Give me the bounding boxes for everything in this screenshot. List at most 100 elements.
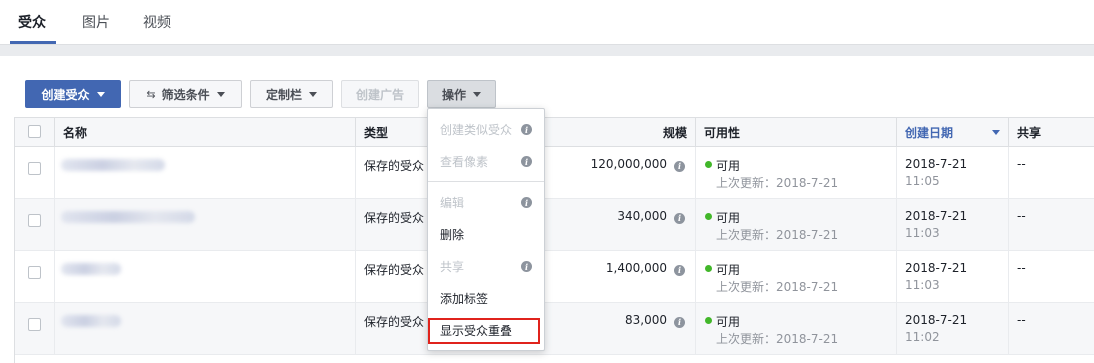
name-cell[interactable] (55, 199, 356, 251)
caret-down-icon (96, 91, 105, 97)
caret-down-icon (309, 91, 317, 97)
customize-columns-button[interactable]: 定制栏 (250, 80, 333, 108)
header-created-date[interactable]: 创建日期 (897, 118, 1009, 147)
menu-item-label: 创建类似受众 (440, 122, 513, 137)
filter-button[interactable]: ⇆ 筛选条件 (129, 80, 242, 108)
menu-item-show-audience-overlap[interactable]: 显示受众重叠 (428, 315, 544, 345)
header-shared-label: 共享 (1017, 126, 1042, 140)
status-text: 可用 (716, 211, 741, 225)
last-updated: 上次更新：2018-7-21 (716, 176, 839, 190)
menu-divider (428, 181, 544, 182)
shared-value: -- (1017, 313, 1026, 327)
info-icon[interactable]: i (674, 314, 685, 328)
audience-type: 保存的受众 (364, 315, 425, 329)
info-icon[interactable]: i (674, 262, 685, 276)
shared-cell: -- (1009, 251, 1094, 303)
tab-images[interactable]: 图片 (82, 12, 110, 32)
status-text: 可用 (716, 315, 741, 329)
created-cell: 2018-7-21 11:03 (897, 199, 1009, 251)
caret-down-icon (216, 91, 225, 97)
sort-descending-icon (992, 130, 1000, 135)
table-row[interactable]: 保存的受众 340,000 i 可用 上次更新：2018-7-21 2018-7… (15, 199, 1094, 251)
availability-cell: 可用 上次更新：2018-7-21 (696, 303, 897, 355)
select-cell (15, 199, 55, 251)
header-availability[interactable]: 可用性 (696, 118, 897, 147)
menu-item-label: 添加标签 (440, 291, 489, 306)
created-cell: 2018-7-21 11:03 (897, 251, 1009, 303)
actions-button[interactable]: 操作 (427, 80, 496, 108)
availability-cell: 可用 上次更新：2018-7-21 (696, 199, 897, 251)
shared-cell: -- (1009, 303, 1094, 355)
header-size[interactable]: 规模 (535, 118, 696, 147)
info-icon[interactable]: i (521, 156, 532, 167)
swap-icon: ⇆ (146, 87, 156, 101)
create-ad-label: 创建广告 (355, 87, 404, 102)
row-checkbox[interactable] (28, 162, 41, 175)
row-checkbox[interactable] (28, 318, 41, 331)
select-all-checkbox[interactable] (28, 125, 41, 138)
name-cell[interactable] (55, 303, 356, 355)
header-type-label: 类型 (364, 126, 389, 140)
redacted-name (61, 263, 121, 275)
shared-cell: -- (1009, 199, 1094, 251)
header-name-label: 名称 (63, 126, 88, 140)
created-time: 11:03 (905, 226, 940, 240)
created-time: 11:05 (905, 174, 940, 188)
info-icon[interactable]: i (521, 124, 532, 135)
redacted-name (61, 211, 195, 223)
status-text: 可用 (716, 263, 741, 277)
redacted-name (61, 159, 165, 171)
header-select-cell (15, 118, 55, 147)
status-ok-icon (705, 265, 712, 272)
tab-audiences[interactable]: 受众 (18, 12, 46, 32)
menu-item-create-lookalike[interactable]: 创建类似受众 i (428, 114, 544, 144)
actions-dropdown-menu: 创建类似受众 i 查看像素 i 编辑 i 删除 共享 i 添加标签 显示受众重叠 (427, 108, 545, 351)
created-date: 2018-7-21 (905, 157, 968, 171)
header-created-label: 创建日期 (905, 126, 954, 140)
create-ad-button[interactable]: 创建广告 (341, 80, 419, 108)
table-row[interactable]: 保存的受众 1,400,000 i 可用 上次更新：2018-7-21 2018… (15, 251, 1094, 303)
last-updated: 上次更新：2018-7-21 (716, 280, 839, 294)
audience-size: 1,400,000 (605, 261, 667, 275)
table-row[interactable]: 保存的受众 83,000 i 可用 上次更新：2018-7-21 2018-7-… (15, 303, 1094, 355)
row-checkbox[interactable] (28, 266, 41, 279)
select-cell (15, 251, 55, 303)
header-name[interactable]: 名称 (55, 118, 356, 147)
section-divider (0, 44, 1094, 56)
select-cell (15, 147, 55, 199)
table-header: 名称 类型 规模 可用性 创建日期 共享 (15, 118, 1094, 147)
menu-item-edit[interactable]: 编辑 i (428, 187, 544, 217)
select-cell (15, 303, 55, 355)
name-cell[interactable] (55, 147, 356, 199)
menu-item-share[interactable]: 共享 i (428, 251, 544, 281)
audience-type: 保存的受众 (364, 263, 425, 277)
tab-bar: 受众 图片 视频 (0, 0, 1094, 44)
menu-item-add-tag[interactable]: 添加标签 (428, 283, 544, 313)
row-checkbox[interactable] (28, 214, 41, 227)
tab-videos[interactable]: 视频 (143, 12, 171, 32)
created-date: 2018-7-21 (905, 261, 968, 275)
info-icon[interactable]: i (674, 158, 685, 172)
header-shared[interactable]: 共享 (1009, 118, 1094, 147)
audience-size: 83,000 (625, 313, 667, 327)
info-icon[interactable]: i (674, 210, 685, 224)
header-availability-label: 可用性 (704, 126, 741, 140)
audience-manager: 受众 图片 视频 创建受众 ⇆ 筛选条件 定制栏 创建广告 操作 名称 类型 规… (0, 0, 1094, 363)
info-icon[interactable]: i (521, 261, 532, 272)
audience-type: 保存的受众 (364, 211, 425, 225)
audience-table: 名称 类型 规模 可用性 创建日期 共享 保存的受众 120,000,000 i (14, 117, 1094, 363)
menu-item-view-pixel[interactable]: 查看像素 i (428, 146, 544, 176)
last-updated: 上次更新：2018-7-21 (716, 228, 839, 242)
info-icon[interactable]: i (521, 197, 532, 208)
actions-label: 操作 (441, 87, 466, 102)
shared-value: -- (1017, 157, 1026, 171)
menu-item-label: 删除 (440, 227, 465, 242)
availability-cell: 可用 上次更新：2018-7-21 (696, 147, 897, 199)
audience-type: 保存的受众 (364, 159, 425, 173)
table-row[interactable]: 保存的受众 120,000,000 i 可用 上次更新：2018-7-21 20… (15, 147, 1094, 199)
name-cell[interactable] (55, 251, 356, 303)
menu-item-delete[interactable]: 删除 (428, 219, 544, 249)
created-time: 11:02 (905, 330, 940, 344)
header-size-label: 规模 (662, 126, 687, 140)
create-audience-button[interactable]: 创建受众 (25, 80, 121, 108)
